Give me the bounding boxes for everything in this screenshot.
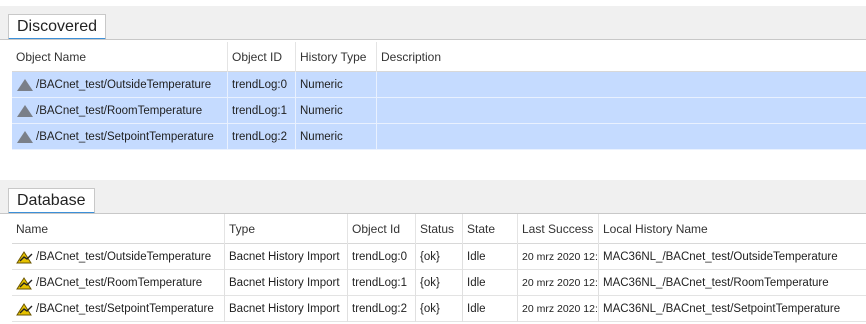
cell-state: Idle [463,270,518,296]
object-name: /BACnet_test/SetpointTemperature [36,131,214,143]
history-name: /BACnet_test/RoomTemperature [36,277,203,289]
history-name: /BACnet_test/OutsideTemperature [36,251,212,263]
tab-rule [0,39,866,40]
cell-object-id: trendLog:2 [228,124,296,150]
column-header-name[interactable]: Name [12,214,225,244]
table-row[interactable]: /BACnet_test/OutsideTemperature Bacnet H… [12,244,866,270]
column-header-type[interactable]: Type [225,214,348,244]
cell-object-id: trendLog:2 [348,296,416,322]
cell-description [377,124,866,150]
discovered-table: Object Name Object ID History Type Descr… [12,42,866,150]
column-header-object-id[interactable]: Object ID [228,42,296,72]
column-header-history-type[interactable]: History Type [296,42,377,72]
database-table: Name Type Object Id Status State Last Su… [12,214,866,322]
cell-local-history-name: MAC36NL_/BACnet_test/SetpointTemperature [603,303,841,315]
table-header-row: Object Name Object ID History Type Descr… [12,42,866,72]
history-import-icon [16,303,33,316]
column-header-last-success[interactable]: Last Success [518,214,599,244]
column-header-state[interactable]: State [463,214,518,244]
cell-status: {ok} [416,244,463,270]
history-import-icon [16,251,33,264]
table-header-row: Name Type Object Id Status State Last Su… [12,214,866,244]
cell-object-id: trendLog:1 [348,270,416,296]
cell-description [377,98,866,124]
object-name: /BACnet_test/OutsideTemperature [36,79,212,91]
tab-database[interactable]: Database [8,188,95,214]
cell-last-success: 20 mrz 2020 12:5 [518,244,599,270]
table-row[interactable]: /BACnet_test/SetpointTemperature trendLo… [12,124,866,150]
cell-status: {ok} [416,296,463,322]
cell-state: Idle [463,244,518,270]
column-header-status[interactable]: Status [416,214,463,244]
cell-object-id: trendLog:1 [228,98,296,124]
column-header-object-id[interactable]: Object Id [348,214,416,244]
cell-type: Bacnet History Import [225,270,348,296]
database-header: Database [0,180,866,214]
table-row[interactable]: /BACnet_test/RoomTemperature Bacnet Hist… [12,270,866,296]
cell-history-type: Numeric [296,98,377,124]
column-header-object-name[interactable]: Object Name [12,42,228,72]
table-row[interactable]: /BACnet_test/SetpointTemperature Bacnet … [12,296,866,322]
history-point-icon [17,78,33,91]
column-header-local-history-name[interactable]: Local History Name [599,214,866,244]
tab-discovered[interactable]: Discovered [8,14,107,40]
cell-type: Bacnet History Import [225,244,348,270]
cell-local-history-name: MAC36NL_/BACnet_test/OutsideTemperature [603,251,838,263]
cell-object-id: trendLog:0 [228,72,296,98]
cell-type: Bacnet History Import [225,296,348,322]
cell-object-name: /BACnet_test/OutsideTemperature [12,72,228,98]
column-header-description[interactable]: Description [377,42,866,72]
cell-last-success: 20 mrz 2020 12:5 [518,296,599,322]
cell-object-name: /BACnet_test/RoomTemperature [12,98,228,124]
table-row[interactable]: /BACnet_test/RoomTemperature trendLog:1 … [12,98,866,124]
cell-name: /BACnet_test/SetpointTemperature [12,296,225,322]
cell-status: {ok} [416,270,463,296]
cell-name: /BACnet_test/OutsideTemperature [12,244,225,270]
history-point-icon [17,104,33,117]
cell-object-id: trendLog:0 [348,244,416,270]
history-import-icon [16,277,33,290]
cell-history-type: Numeric [296,72,377,98]
discovered-header: Discovered [0,6,866,40]
cell-name: /BACnet_test/RoomTemperature [12,270,225,296]
cell-description [377,72,866,98]
cell-local-history-name: MAC36NL_/BACnet_test/RoomTemperature [603,277,829,289]
table-row[interactable]: /BACnet_test/OutsideTemperature trendLog… [12,72,866,98]
history-name: /BACnet_test/SetpointTemperature [36,303,214,315]
cell-history-type: Numeric [296,124,377,150]
cell-object-name: /BACnet_test/SetpointTemperature [12,124,228,150]
object-name: /BACnet_test/RoomTemperature [36,105,203,117]
cell-last-success: 20 mrz 2020 12:5 [518,270,599,296]
cell-state: Idle [463,296,518,322]
history-point-icon [17,130,33,143]
